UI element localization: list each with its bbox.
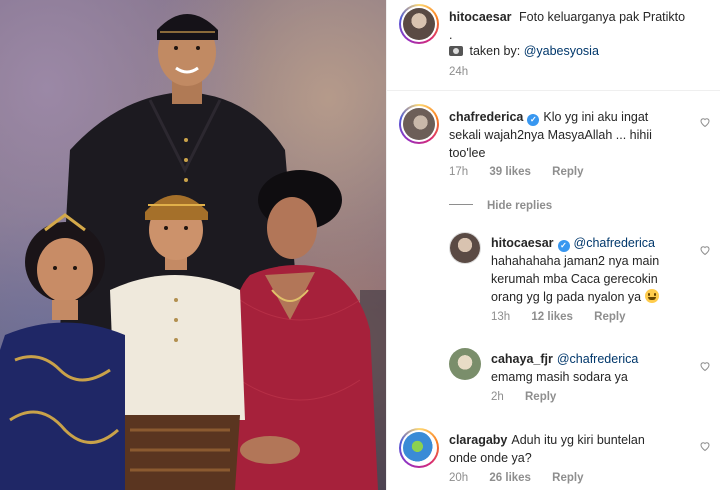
reply-button[interactable]: Reply <box>594 311 625 323</box>
caption-username[interactable]: hitocaesar <box>449 10 512 24</box>
taken-by-mention[interactable]: @yabesyosia <box>524 44 599 58</box>
comment-avatar-claragaby[interactable] <box>399 428 439 468</box>
taken-by-label: taken by: <box>469 44 524 58</box>
divider-line <box>449 204 473 205</box>
comment-body: chafrederica ✓ Klo yg ini aku ingat sekali… <box>449 108 689 162</box>
comment-avatar-chafrederica[interactable] <box>399 104 439 144</box>
reply-avatar-cahaya_fjr[interactable] <box>449 348 481 380</box>
taken-by-line: taken by: @yabesyosia <box>449 42 709 60</box>
reply-username[interactable]: cahaya_fjr <box>491 352 553 366</box>
reply-time[interactable]: 13h <box>491 311 510 323</box>
reply-text: kerumah mba Caca gerecokin <box>491 272 658 286</box>
like-heart-icon[interactable] <box>699 440 711 452</box>
comment-meta: 20h 26 likes Reply <box>449 472 602 484</box>
reply-text: orang yg lg pada nyalon ya <box>491 290 642 304</box>
author-avatar[interactable] <box>399 4 439 44</box>
reply-button[interactable]: Reply <box>552 166 583 178</box>
comment-text: Aduh itu yg kiri buntelan <box>511 433 645 447</box>
caption-dot: . <box>449 28 453 42</box>
reply-avatar-hitocaesar[interactable] <box>449 232 481 264</box>
comment-text: too'lee <box>449 146 486 160</box>
family-portrait-illustration <box>0 14 386 490</box>
reply-time[interactable]: 2h <box>491 391 504 403</box>
grinning-sweat-emoji-icon <box>644 289 659 303</box>
reply-body: hitocaesar ✓ @chafrederica hahahahaha jama… <box>491 234 691 306</box>
caption-text: Foto keluarganya pak Pratikto <box>519 10 686 24</box>
reply-body: cahaya_fjr @chafrederica emamg masih soda… <box>491 350 691 386</box>
comment-text: onde onde ya? <box>449 451 532 465</box>
reply-meta: 13h 12 likes Reply <box>491 311 644 323</box>
comment-text: Klo yg ini aku ingat <box>543 110 649 124</box>
reply-text: hahahahaha jaman2 nya main <box>491 254 660 268</box>
reply-mention[interactable]: @chafrederica <box>557 352 638 366</box>
post-meta: 24h <box>449 66 486 78</box>
like-heart-icon[interactable] <box>699 360 711 372</box>
reply-button[interactable]: Reply <box>552 472 583 484</box>
comment-likes[interactable]: 39 likes <box>489 166 531 178</box>
reply-meta: 2h Reply <box>491 391 574 403</box>
reply-likes[interactable]: 12 likes <box>531 311 573 323</box>
comment-time[interactable]: 17h <box>449 166 468 178</box>
post-photo <box>0 0 386 490</box>
reply-button[interactable]: Reply <box>525 391 556 403</box>
camera-emoji-icon <box>449 46 463 56</box>
hide-replies-label: Hide replies <box>487 200 553 212</box>
comment-meta: 17h 39 likes Reply <box>449 166 602 178</box>
post-time[interactable]: 24h <box>449 66 468 78</box>
reply-username[interactable]: hitocaesar <box>491 236 554 250</box>
comment-time[interactable]: 20h <box>449 472 468 484</box>
verified-badge-icon: ✓ <box>557 240 570 252</box>
like-heart-icon[interactable] <box>699 244 711 256</box>
comments-panel: hitocaesar Foto keluarganya pak Pratikto… <box>386 0 720 490</box>
comment-text: sekali wajah2nya MasyaAllah ... hihii <box>449 128 652 142</box>
comment-body: claragaby Aduh itu yg kiri buntelan onde … <box>449 431 689 467</box>
divider <box>387 90 720 91</box>
reply-text: emamg masih sodara ya <box>491 370 628 384</box>
hide-replies-button[interactable]: Hide replies <box>449 200 552 212</box>
post-caption: hitocaesar Foto keluarganya pak Pratikto… <box>449 8 709 44</box>
like-heart-icon[interactable] <box>699 116 711 128</box>
comment-likes[interactable]: 26 likes <box>489 472 531 484</box>
reply-mention[interactable]: @chafrederica <box>574 236 655 250</box>
comment-username[interactable]: claragaby <box>449 433 507 447</box>
comment-username[interactable]: chafrederica <box>449 110 523 124</box>
verified-badge-icon: ✓ <box>527 114 540 126</box>
